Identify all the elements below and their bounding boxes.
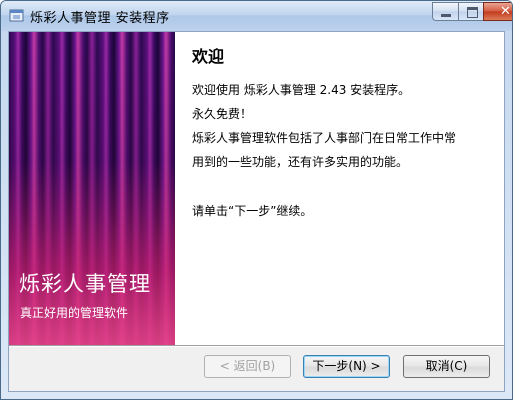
description-line-1: 烁彩人事管理软件包括了人事部门在日常工作中常 (192, 131, 457, 145)
cancel-button[interactable]: 取消(C) (403, 355, 490, 378)
welcome-panel: 欢迎 欢迎使用 烁彩人事管理 2.43 安装程序。 永久免费！ 烁彩人事管理软件… (175, 32, 504, 345)
description-line-2: 用到的一些功能，还有许多实用的功能。 (192, 155, 409, 169)
continue-instruction: 请单击“下一步”继续。 (192, 204, 313, 218)
back-button[interactable]: < 返回(B) (204, 355, 291, 378)
maximize-icon (467, 7, 478, 18)
page-title: 欢迎 (192, 47, 225, 66)
maximize-button[interactable] (458, 2, 484, 21)
welcome-text: 欢迎使用 烁彩人事管理 2.43 安装程序。 (192, 83, 411, 97)
divider (9, 345, 504, 347)
minimize-button[interactable] (432, 2, 459, 21)
installer-window: 烁彩人事管理 安装程序 ✕ 烁彩人事管理 真正好用的管理软件 欢迎 欢迎使用 烁… (0, 0, 513, 400)
close-icon: ✕ (500, 4, 511, 19)
window-title: 烁彩人事管理 安装程序 (30, 11, 170, 26)
side-banner: 烁彩人事管理 真正好用的管理软件 (9, 32, 175, 345)
free-text: 永久免费！ (192, 107, 253, 121)
next-button[interactable]: 下一步(N) > (303, 355, 390, 378)
minimize-icon (441, 14, 451, 17)
title-bar[interactable]: 烁彩人事管理 安装程序 ✕ (1, 1, 512, 31)
banner-title: 烁彩人事管理 (19, 272, 151, 296)
installer-icon (9, 8, 24, 23)
wizard-body: 烁彩人事管理 真正好用的管理软件 欢迎 欢迎使用 烁彩人事管理 2.43 安装程… (8, 31, 505, 392)
banner-subtitle: 真正好用的管理软件 (20, 306, 129, 320)
close-button[interactable]: ✕ (483, 2, 512, 21)
